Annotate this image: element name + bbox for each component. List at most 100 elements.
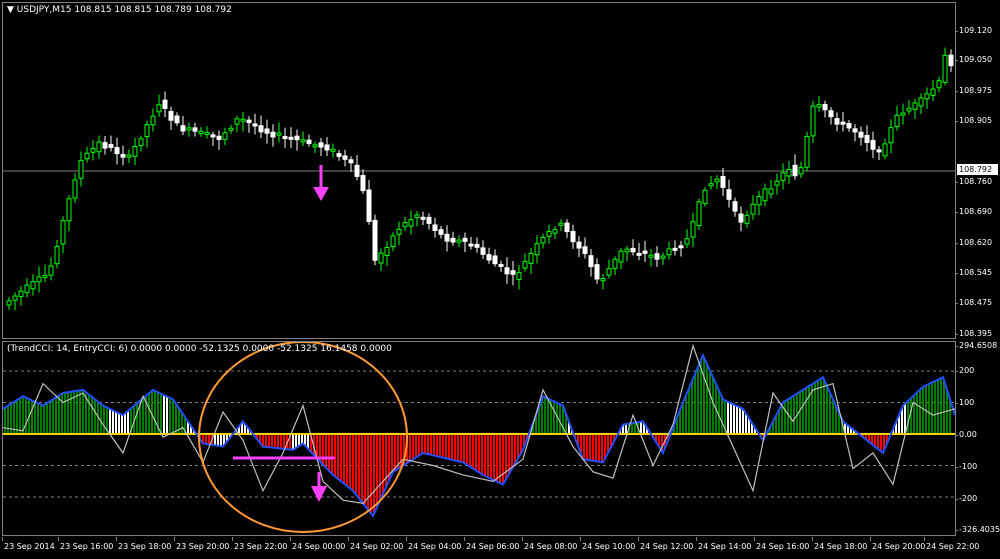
- candle-body: [366, 189, 372, 223]
- candle-body: [390, 235, 396, 248]
- price-tick: 108.395: [954, 329, 993, 338]
- candle-body: [696, 201, 702, 227]
- candle-body: [780, 172, 786, 181]
- price-tick: 108.545: [954, 268, 993, 277]
- candle-body: [720, 176, 726, 188]
- time-label: 24 Sep 08:00: [521, 537, 578, 551]
- candle-body: [876, 149, 882, 153]
- indicator-tick: -326.4035: [954, 525, 1000, 534]
- candle-body: [132, 145, 138, 157]
- candle-body: [624, 248, 630, 253]
- candle-body: [18, 290, 24, 298]
- time-label: 24 Sep 10:00: [579, 537, 636, 551]
- candle-body: [342, 155, 348, 160]
- candle-body: [150, 115, 156, 126]
- candle-body: [168, 110, 174, 121]
- indicator-axis[interactable]: 294.6508 200 100 0.00 -100 -200 -326.403…: [954, 341, 1000, 536]
- cci-histogram: [3, 342, 955, 533]
- price-tick: 108.620: [954, 238, 993, 247]
- candle-body: [468, 243, 474, 247]
- candle-body: [540, 236, 546, 244]
- candle-body: [192, 127, 198, 132]
- candle-body: [834, 118, 840, 125]
- candle-body: [750, 203, 756, 215]
- candle-body: [222, 132, 228, 140]
- candle-body: [174, 115, 180, 124]
- candle-body: [558, 222, 564, 226]
- candle-body: [738, 213, 744, 223]
- time-label: 24 Sep 16:00: [753, 537, 810, 551]
- time-label: 23 Sep 2014: [2, 537, 55, 551]
- candle-body: [474, 243, 480, 248]
- candle-body: [840, 121, 846, 125]
- candle-body: [618, 250, 624, 263]
- candle-body: [708, 183, 714, 187]
- candle-body: [312, 144, 318, 148]
- candle-body: [846, 122, 852, 129]
- time-label: 24 Sep 12:00: [637, 537, 694, 551]
- candle-body: [906, 107, 912, 112]
- price-tick: 108.975: [954, 86, 993, 95]
- candle-body: [318, 142, 324, 148]
- candle-body: [384, 246, 390, 257]
- candle-body: [420, 216, 426, 220]
- candle-body: [486, 254, 492, 261]
- chart-menu-arrow-icon[interactable]: ▼: [7, 5, 14, 15]
- price-axis[interactable]: 109.120 109.050 108.975 108.905 108.792 …: [954, 2, 1000, 339]
- candle-body: [600, 278, 606, 282]
- candle-body: [576, 241, 582, 249]
- candle-body: [180, 125, 186, 132]
- candle-body: [714, 178, 720, 183]
- indicator-tick: 294.6508: [954, 341, 998, 350]
- candle-body: [822, 103, 828, 111]
- candle-body: [552, 229, 558, 234]
- candle-body: [516, 272, 522, 280]
- candle-body: [336, 153, 342, 157]
- candle-body: [324, 144, 330, 151]
- cci-indicator-pane[interactable]: (TrendCCI: 14, EntryCCI: 6) 0.0000 0.000…: [2, 341, 956, 536]
- candle-body: [90, 147, 96, 153]
- time-label: 24 Sep 20:00: [869, 537, 926, 551]
- candle-body: [678, 245, 684, 249]
- candle-body: [12, 295, 18, 301]
- sell-signal-arrow-icon: [313, 187, 329, 201]
- candle-body: [762, 188, 768, 202]
- candle-body: [408, 219, 414, 227]
- time-label: 24 Sep 18:00: [811, 537, 868, 551]
- candle-body: [870, 139, 876, 150]
- candle-body: [42, 274, 48, 278]
- candle-body: [444, 233, 450, 242]
- candle-body: [792, 164, 798, 177]
- candle-body: [96, 141, 102, 153]
- time-axis[interactable]: 23 Sep 2014 23 Sep 16:00 23 Sep 18:00 23…: [2, 537, 979, 559]
- candle-body: [330, 148, 336, 152]
- candle-body: [636, 252, 642, 256]
- candle-body: [372, 219, 378, 261]
- candle-body: [72, 179, 78, 199]
- candle-body: [162, 99, 168, 109]
- candle-body: [126, 154, 132, 158]
- price-tick: 108.760: [954, 177, 993, 186]
- candle-body: [438, 229, 444, 235]
- candle-body: [684, 238, 690, 245]
- candle-body: [786, 168, 792, 177]
- candle-body: [78, 159, 84, 179]
- current-price-tag: 108.792: [957, 164, 998, 175]
- time-label: 24 Sep 22:00: [923, 537, 980, 551]
- candle-body: [948, 54, 954, 67]
- candle-body: [942, 54, 948, 83]
- price-chart-pane[interactable]: ▼ USDJPY,M15 108.815 108.815 108.789 108…: [2, 2, 956, 339]
- candle-body: [606, 268, 612, 276]
- candle-body: [522, 260, 528, 269]
- candle-body: [204, 132, 210, 136]
- candle-body: [612, 258, 618, 269]
- candle-body: [354, 164, 360, 177]
- candle-body: [60, 220, 66, 245]
- time-label: 23 Sep 22:00: [231, 537, 288, 551]
- indicator-tick: -100: [954, 462, 978, 471]
- price-tick: 109.050: [954, 55, 993, 64]
- candle-body: [300, 139, 306, 143]
- candle-body: [546, 231, 552, 237]
- candle-body: [594, 264, 600, 280]
- price-tick: 109.120: [954, 26, 993, 35]
